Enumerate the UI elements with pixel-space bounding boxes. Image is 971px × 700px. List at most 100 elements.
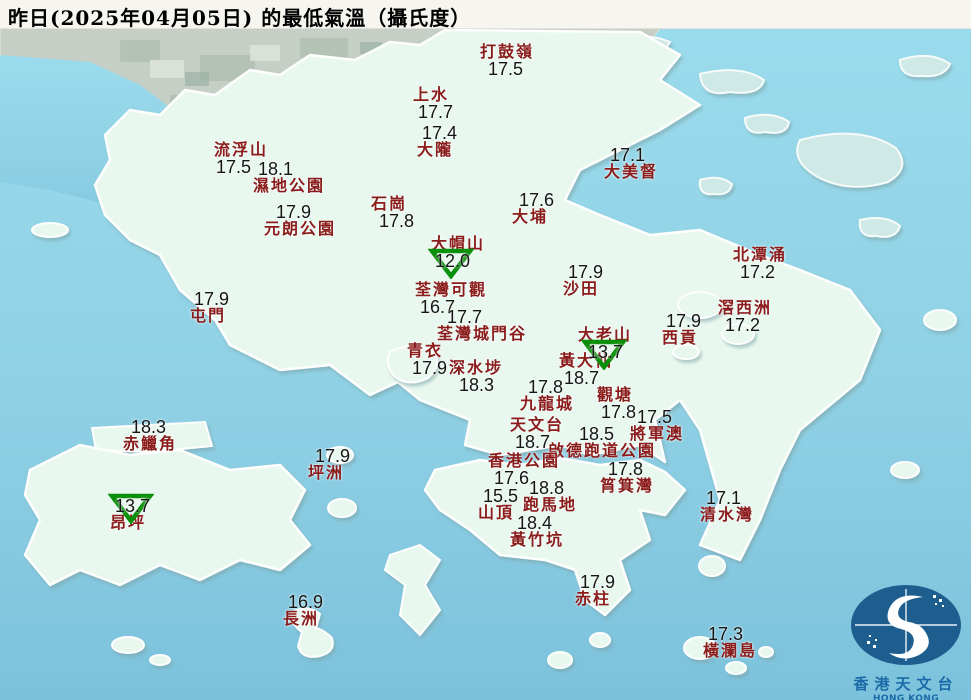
station-label: 北潭涌 17.2 [733, 245, 788, 282]
station-temp: 17.7 [418, 102, 454, 122]
station-label: 18.1 濕地公園 [253, 160, 325, 194]
station-temp: 17.9 [315, 446, 351, 466]
station-temp: 17.8 [601, 402, 637, 422]
station-label: 上水 17.7 [413, 85, 454, 122]
station-temp: 17.9 [666, 311, 702, 331]
station-temp: 17.3 [708, 624, 744, 644]
station-label: 觀塘 17.8 [597, 385, 637, 422]
station-label: 17.1 大美督 [604, 146, 658, 180]
station-name: 跑馬地 [523, 495, 578, 514]
station-name: 長洲 [283, 609, 320, 628]
station-temp: 13.7 [581, 339, 627, 370]
station-name: 深水埗 [449, 358, 504, 377]
station-temp: 17.7 [447, 307, 483, 327]
station-label: 大老山 13.7 [578, 327, 632, 370]
station-temp: 17.5 [637, 407, 673, 427]
station-name: 赤柱 [575, 589, 612, 608]
station-label: 17.9 坪洲 [308, 447, 350, 481]
station-label: 17.3 橫瀾島 [703, 625, 757, 659]
station-label: 18.4 黃竹坑 [510, 514, 564, 548]
hko-logo: 香港天文台 HONG KONG OBSERVATORY [843, 583, 969, 700]
station-temp: 17.2 [725, 315, 761, 335]
station-temp: 13.7 [108, 493, 154, 524]
station-label: 18.8 跑馬地 [523, 479, 577, 513]
station-temp: 18.4 [517, 513, 553, 533]
station-temp: 17.5 [488, 59, 524, 79]
station-name: 赤鱲角 [123, 434, 178, 453]
station-temp: 18.5 [579, 424, 615, 444]
weather-map-page: 昨日(2025年04月05日) 的最低氣溫（攝氏度） 打鼓嶺 17.5 上水 17.7… [0, 0, 971, 700]
station-name: 上水 [413, 85, 450, 104]
station-name: 滘西洲 [718, 298, 773, 317]
station-label: 17.1 清水灣 [700, 489, 754, 523]
station-name: 大美督 [604, 162, 659, 181]
station-label: 17.8 筲箕灣 [600, 460, 654, 494]
station-name: 流浮山 [214, 140, 269, 159]
station-name: 啟德跑道公園 [548, 441, 657, 460]
station-temp: 17.4 [422, 123, 458, 143]
station-label: 17.9 沙田 [563, 263, 603, 297]
station-label: 17.9 屯門 [190, 290, 229, 324]
station-name: 北潭涌 [733, 245, 788, 264]
station-temp: 17.8 [528, 377, 564, 397]
station-name: 西貢 [662, 328, 699, 347]
hko-logo-name-en: HONG KONG OBSERVATORY [873, 694, 939, 700]
station-label: 17.9 西貢 [662, 312, 701, 346]
station-temp: 17.9 [568, 262, 604, 282]
station-label: 17.7 荃灣城門谷 [437, 308, 527, 342]
hko-logo-icon [851, 585, 961, 665]
station-temp: 18.7 [564, 368, 600, 388]
station-temp: 17.5 [216, 157, 252, 177]
station-name: 香港公園 [488, 451, 561, 470]
station-label: 深水埗 18.3 [449, 358, 504, 395]
station-temp: 18.3 [459, 375, 495, 395]
station-temp: 17.1 [706, 488, 742, 508]
station-name: 大埔 [512, 207, 549, 226]
station-name: 元朗公園 [264, 219, 337, 238]
station-name: 石崗 [371, 194, 408, 213]
station-label: 16.9 長洲 [283, 593, 323, 627]
station-label: 13.7 昂坪 [108, 493, 154, 531]
hko-logo-name-zh: 香港天文台 [853, 675, 959, 693]
station-name: 筲箕灣 [600, 476, 655, 495]
station-name: 荃灣可觀 [415, 280, 488, 299]
station-temp: 18.3 [131, 417, 167, 437]
station-temp: 18.8 [529, 478, 565, 498]
station-label: 大帽山 12.0 [428, 236, 485, 279]
station-temp: 17.9 [580, 572, 616, 592]
station-label: 17.9 元朗公園 [264, 203, 336, 237]
station-temp: 17.8 [608, 459, 644, 479]
station-temp: 18.7 [515, 432, 551, 452]
station-label: 17.4 大隴 [417, 124, 457, 158]
station-name: 坪洲 [308, 463, 345, 482]
station-temp: 12.0 [428, 248, 474, 279]
station-label: 青衣 17.9 [407, 341, 448, 378]
station-name: 屯門 [190, 306, 227, 325]
stations-layer: 打鼓嶺 17.5 上水 17.7 17.4 大隴 流浮山 17.5 18.1 濕地公園 17.1 大美… [0, 0, 971, 700]
station-temp: 17.9 [276, 202, 312, 222]
station-name: 黃竹坑 [510, 530, 565, 549]
station-name: 青衣 [407, 341, 444, 360]
station-name: 橫瀾島 [703, 641, 758, 660]
station-name: 觀塘 [597, 385, 634, 404]
station-name: 打鼓嶺 [480, 42, 535, 61]
station-temp: 17.1 [610, 145, 646, 165]
station-label: 17.9 赤柱 [575, 573, 615, 607]
station-temp: 17.9 [412, 358, 448, 378]
station-label: 18.5 啟德跑道公園 [548, 425, 656, 459]
station-temp: 15.5 [483, 486, 519, 506]
station-name: 濕地公園 [253, 176, 326, 195]
station-label: 滘西洲 17.2 [718, 298, 773, 335]
station-temp: 18.1 [258, 159, 294, 179]
station-temp: 17.9 [194, 289, 230, 309]
station-temp: 17.6 [494, 468, 530, 488]
station-name: 清水灣 [700, 505, 755, 524]
station-name: 荃灣城門谷 [437, 324, 528, 343]
station-label: 石崗 17.8 [371, 194, 414, 231]
station-temp: 17.6 [519, 190, 555, 210]
station-label: 打鼓嶺 17.5 [480, 42, 535, 79]
station-label: 17.6 大埔 [512, 191, 554, 225]
station-label: 18.3 赤鱲角 [123, 418, 177, 452]
station-temp: 17.2 [740, 262, 776, 282]
station-temp: 16.9 [288, 592, 324, 612]
